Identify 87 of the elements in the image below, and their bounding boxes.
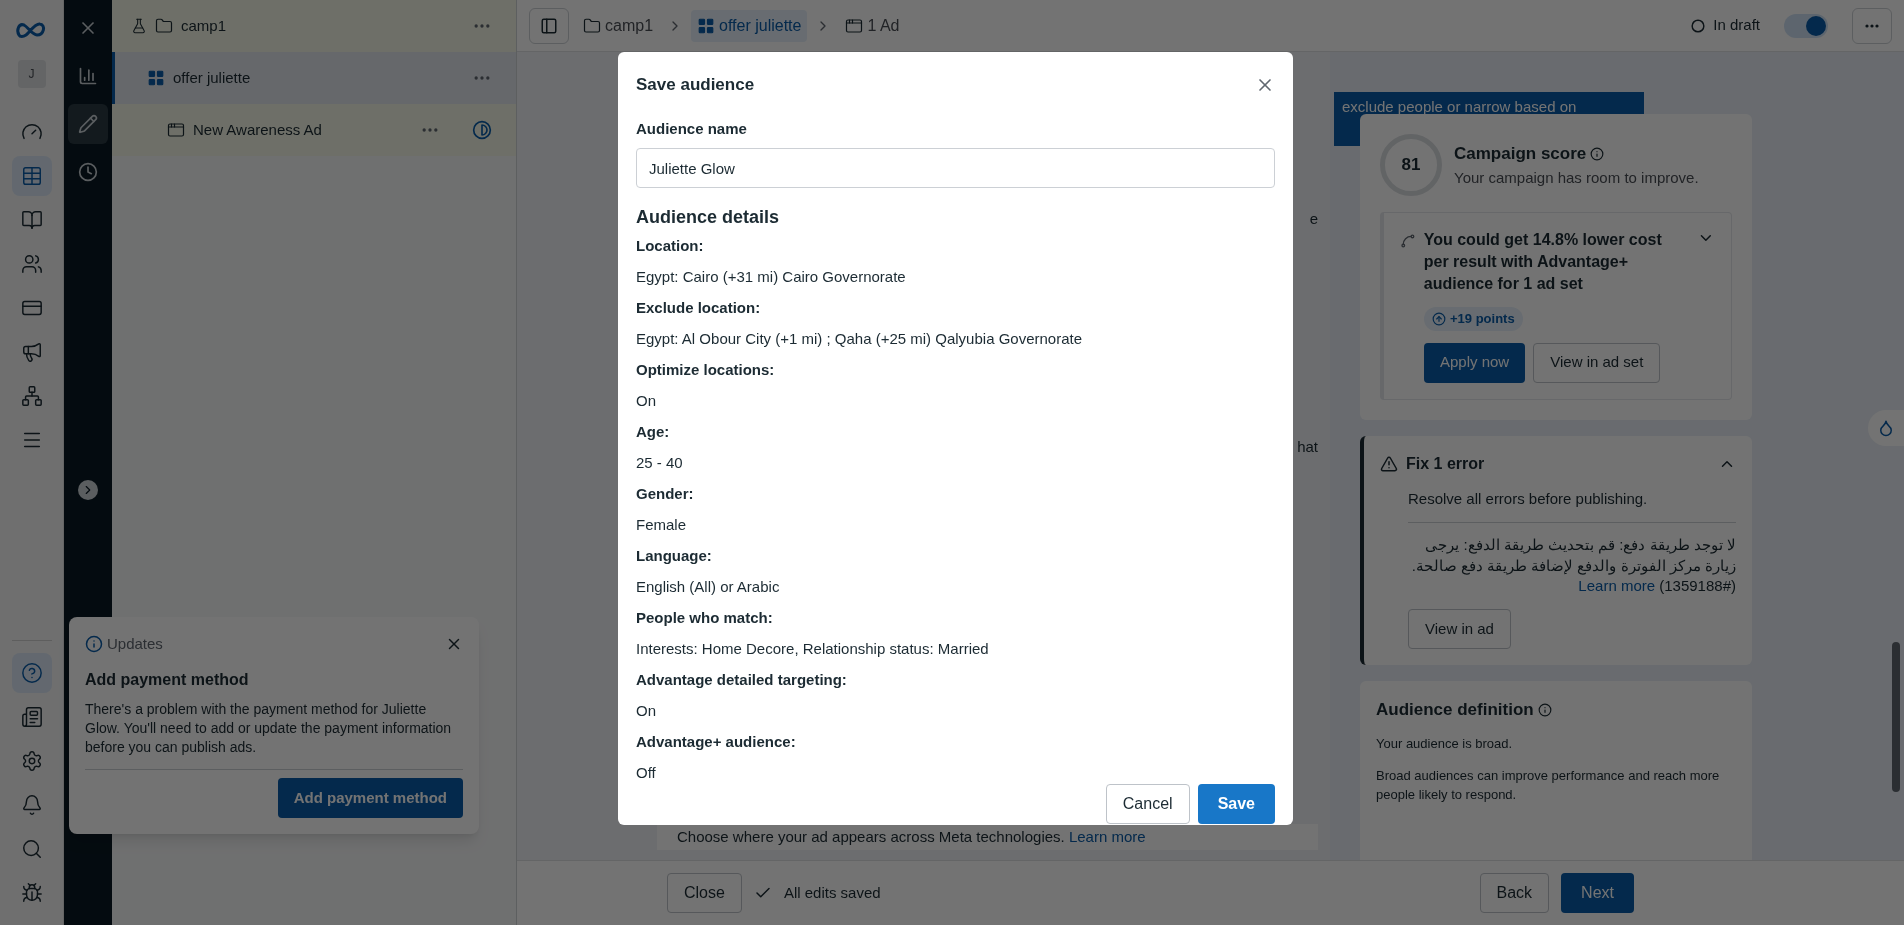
account-avatar[interactable]: J [17,60,46,88]
detail-value: English (All) or Arabic [636,576,781,597]
add-payment-button[interactable]: Add payment method [277,778,463,819]
breadcrumb[interactable]: camp1 [577,9,660,42]
folder-icon [155,17,173,35]
detail-value: On [636,390,657,411]
points-badge: +19 points [1424,307,1523,331]
trend-icon [1400,233,1416,249]
assistant-button[interactable] [1868,410,1904,446]
half-circle-icon [472,120,492,140]
panel-toggle-button[interactable] [529,7,569,44]
detail-label: Optimize locations: [636,360,776,380]
detail-value: Egypt: Cairo (+31 mi) Cairo Governorate [636,266,907,287]
detail-value: On [636,700,657,721]
breadcrumb[interactable]: offer juliette [691,9,808,42]
draft-status: In draft [1713,15,1760,36]
saved-status: All edits saved [783,882,881,903]
error-title: Fix 1 error [1406,453,1485,474]
window-icon [167,121,185,139]
tree-label: offer juliette [173,67,251,88]
audience-text: Your audience is broad. [1376,735,1514,754]
score-gauge: 81 [1380,134,1442,196]
score-title: Campaign score [1454,143,1587,165]
grid-icon [147,69,165,87]
audience-text: Broad audiences can improve performance and reach more people likely to respond. [1376,766,1721,805]
dialog-title: Save audience [636,74,755,96]
detail-label: Location: [636,236,705,256]
breadcrumb[interactable]: 1 Ad [839,9,906,42]
toggle-switch[interactable] [1784,13,1828,38]
more-icon [1865,23,1879,28]
droplet-icon [1877,419,1895,437]
detail-label: Language: [636,546,713,566]
audience-title: Audience definition [1376,698,1534,721]
learn-more-link[interactable]: Learn more [1578,577,1656,595]
apply-now-button[interactable]: Apply now [1424,342,1526,383]
learn-more-link[interactable]: Learn more [1068,827,1146,845]
updates-body: There's a problem with the payment method for Juliette Glow. You'll need to add or update the payment information before you can publish ads. [85,699,463,771]
detail-value: 25 - 40 [636,452,684,473]
placements-text: Choose where your ad appears across Meta technologies. Learn more [657,823,1318,850]
window-icon [845,16,864,35]
draft-status-icon [1691,18,1706,33]
detail-label: Advantage detailed targeting: [636,670,848,690]
info-icon [85,635,103,654]
tree-label: New Awareness Ad [193,119,322,140]
detail-label: Gender: [636,484,695,504]
detail-value: Off [636,762,657,783]
audience-name-field[interactable]: Juliette Glow [636,148,1275,188]
info-icon[interactable] [1590,146,1605,161]
view-in-ad-button[interactable]: View in ad [1408,608,1511,649]
detail-label: People who match: [636,608,774,628]
next-button[interactable]: Next [1561,873,1634,913]
detail-label: Exclude location: [636,298,762,318]
section-heading: Audience details [636,206,781,229]
folder-icon [583,16,601,35]
cancel-button[interactable]: Cancel [1105,784,1190,824]
info-icon[interactable] [1537,702,1552,717]
arrow-up-icon [1432,311,1446,326]
close-button[interactable]: Close [667,873,742,913]
sidebar-icon [540,16,558,35]
detail-label: Age: [636,422,671,442]
score-subtitle: Your campaign has room to improve. [1454,167,1699,188]
tree-item[interactable]: New Awareness Ad [112,104,516,156]
error-subtitle: Resolve all errors before publishing. [1408,487,1736,523]
updates-label: Updates [107,634,163,654]
detail-value: Egypt: Al Obour City (+1 mi) ; Qaha (+25 mi) Qalyubia Governorate [636,328,1084,349]
detail-label: Advantage+ audience: [636,732,797,752]
flask-icon [131,18,147,34]
pencil-icon[interactable] [68,104,108,144]
text-fragment: hat [1297,436,1318,457]
table-icon[interactable] [11,156,52,196]
scrollbar[interactable] [1892,642,1900,792]
detail-value: Interests: Home Decore, Relationship status: Married [636,638,990,659]
save-button[interactable]: Save [1197,784,1275,824]
help-icon[interactable] [11,653,52,693]
tree-item[interactable]: offer juliette [112,52,516,104]
detail-value: Female [636,514,688,535]
tree-label: camp1 [181,15,227,36]
field-label: Audience name [636,118,748,139]
view-in-ad-set-button[interactable]: View in ad set [1533,342,1661,383]
text-fragment: e [1309,209,1318,229]
recommendation-text: You could get 14.8% lower cost per result with Advantage+ audience for 1 ad set [1423,230,1663,294]
updates-title: Add payment method [85,669,250,690]
grid-icon [697,16,716,35]
back-button[interactable]: Back [1479,873,1550,913]
tree-item[interactable]: camp1 [112,0,516,52]
expand-icon[interactable] [78,480,98,500]
warning-icon [1380,454,1398,473]
